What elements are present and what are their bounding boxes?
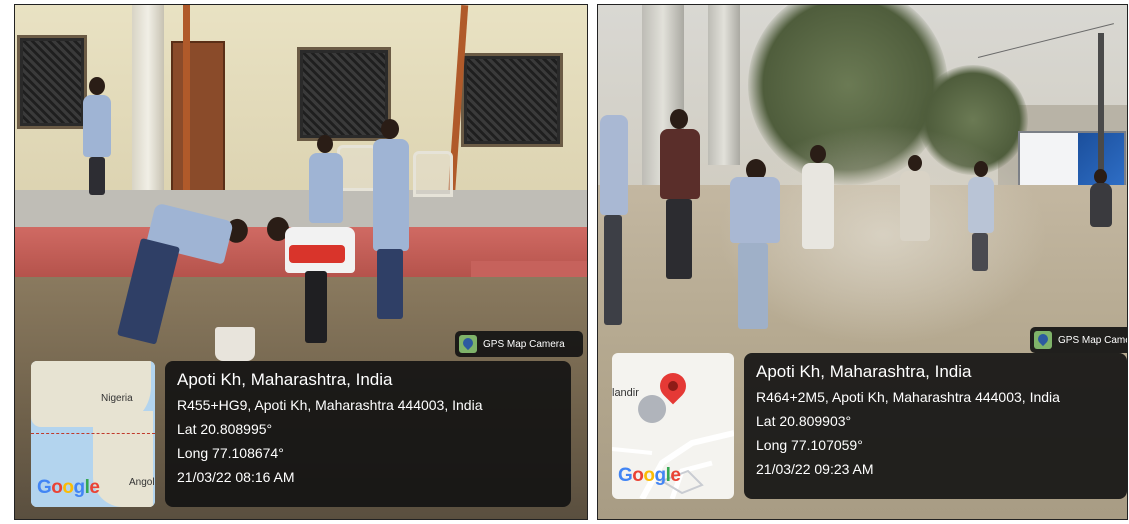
gps-camera-tag: GPS Map Camera [455, 331, 583, 357]
address: R464+2M5, Apoti Kh, Maharashtra 444003, … [756, 389, 1060, 405]
drain-pipe [183, 5, 190, 195]
location-info-panel: Apoti Kh, Maharashtra, India R464+2M5, A… [744, 353, 1127, 499]
student-standing-verandah [79, 77, 115, 195]
timestamp: 21/03/22 08:16 AM [177, 469, 295, 485]
gps-map-camera-icon [459, 335, 477, 353]
person-far [966, 161, 996, 271]
person-far-right [1088, 169, 1114, 259]
location-title: Apoti Kh, Maharashtra, India [177, 370, 393, 389]
latitude: Lat 20.808995° [177, 421, 273, 437]
location-title: Apoti Kh, Maharashtra, India [756, 362, 972, 381]
student-standing [369, 119, 413, 319]
map-label: landir [612, 387, 639, 399]
map-label: Nigeria [101, 393, 133, 404]
gps-map-camera-icon [1034, 331, 1052, 349]
gps-tag-label: GPS Map Came [1058, 334, 1128, 346]
map-label: Angol [129, 477, 155, 488]
map-thumbnail: Nigeria Angol Google [31, 361, 155, 507]
wooden-door [171, 41, 225, 201]
longitude: Long 77.107059° [756, 437, 863, 453]
plastic-chair [413, 151, 453, 197]
window-left [17, 35, 87, 129]
person-far [898, 155, 934, 275]
pillar [132, 5, 164, 210]
map-thumbnail: landir Google [612, 353, 734, 499]
person-white-kurta [798, 145, 838, 275]
latitude: Lat 20.809903° [756, 413, 852, 429]
student-sweeping [724, 159, 784, 329]
gps-tag-label: GPS Map Camera [483, 338, 565, 350]
location-info-panel: Apoti Kh, Maharashtra, India R455+HG9, A… [165, 361, 571, 507]
person-dark-shirt [654, 109, 704, 279]
photo-road-sweeping: GPS Map Came landir Google Apoti Kh, Mah… [597, 4, 1128, 520]
address: R455+HG9, Apoti Kh, Maharashtra 444003, … [177, 397, 483, 413]
student-bending-red-dupatta [265, 215, 361, 345]
person-edge [600, 105, 630, 325]
timestamp: 21/03/22 09:23 AM [756, 461, 874, 477]
plastic-bucket [215, 327, 255, 361]
google-logo: Google [37, 477, 100, 498]
window-right [461, 53, 563, 147]
gps-camera-tag: GPS Map Came [1030, 327, 1128, 353]
longitude: Long 77.108674° [177, 445, 284, 461]
google-logo: Google [618, 465, 681, 486]
photo-school-cleanup: GPS Map Camera Nigeria Angol Google Apot… [14, 4, 588, 520]
